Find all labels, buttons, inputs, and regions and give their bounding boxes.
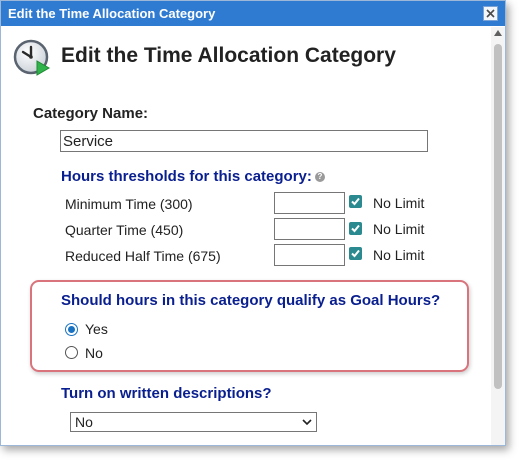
minimum-time-no-limit-label: No Limit bbox=[373, 195, 425, 211]
reduced-half-time-input[interactable] bbox=[274, 244, 345, 266]
help-icon[interactable]: ? bbox=[315, 172, 325, 182]
quarter-time-input[interactable] bbox=[274, 218, 345, 240]
page-title: Edit the Time Allocation Category bbox=[61, 44, 396, 67]
vertical-scrollbar[interactable] bbox=[491, 27, 505, 445]
thresholds-heading: Hours thresholds for this category: bbox=[61, 168, 312, 185]
quarter-time-label: Quarter Time (450) bbox=[65, 222, 184, 238]
goal-hours-question: Should hours in this category qualify as… bbox=[61, 292, 441, 309]
clock-play-icon bbox=[13, 39, 50, 76]
checkmark-icon bbox=[351, 224, 360, 233]
descriptions-select[interactable]: No bbox=[70, 412, 317, 432]
quarter-time-no-limit-checkbox[interactable] bbox=[349, 222, 362, 235]
descriptions-select-value: No bbox=[75, 414, 93, 430]
category-name-input[interactable] bbox=[60, 130, 428, 152]
reduced-half-time-label: Reduced Half Time (675) bbox=[65, 248, 221, 264]
category-name-label: Category Name: bbox=[33, 105, 149, 122]
minimum-time-input[interactable] bbox=[274, 192, 345, 214]
goal-hours-yes-radio[interactable] bbox=[65, 323, 78, 336]
dialog-title: Edit the Time Allocation Category bbox=[8, 6, 216, 21]
minimum-time-label: Minimum Time (300) bbox=[65, 196, 193, 212]
close-button[interactable] bbox=[483, 6, 498, 21]
close-icon bbox=[486, 9, 495, 18]
minimum-time-no-limit-checkbox[interactable] bbox=[349, 195, 362, 208]
reduced-half-time-no-limit-label: No Limit bbox=[373, 247, 425, 263]
quarter-time-no-limit-label: No Limit bbox=[373, 221, 425, 237]
goal-hours-no-radio[interactable] bbox=[65, 346, 78, 359]
scroll-up-arrow-icon[interactable] bbox=[494, 30, 502, 36]
goal-hours-no-label: No bbox=[85, 345, 103, 361]
reduced-half-time-no-limit-checkbox[interactable] bbox=[349, 247, 362, 260]
scrollbar-thumb[interactable] bbox=[494, 44, 502, 389]
chevron-down-icon bbox=[302, 419, 312, 426]
checkmark-icon bbox=[351, 197, 360, 206]
descriptions-question: Turn on written descriptions? bbox=[61, 385, 272, 402]
edit-category-dialog: Edit the Time Allocation Category Edit t… bbox=[0, 0, 506, 446]
checkmark-icon bbox=[351, 249, 360, 258]
dialog-titlebar[interactable]: Edit the Time Allocation Category bbox=[1, 1, 505, 26]
goal-hours-yes-label: Yes bbox=[85, 321, 108, 337]
